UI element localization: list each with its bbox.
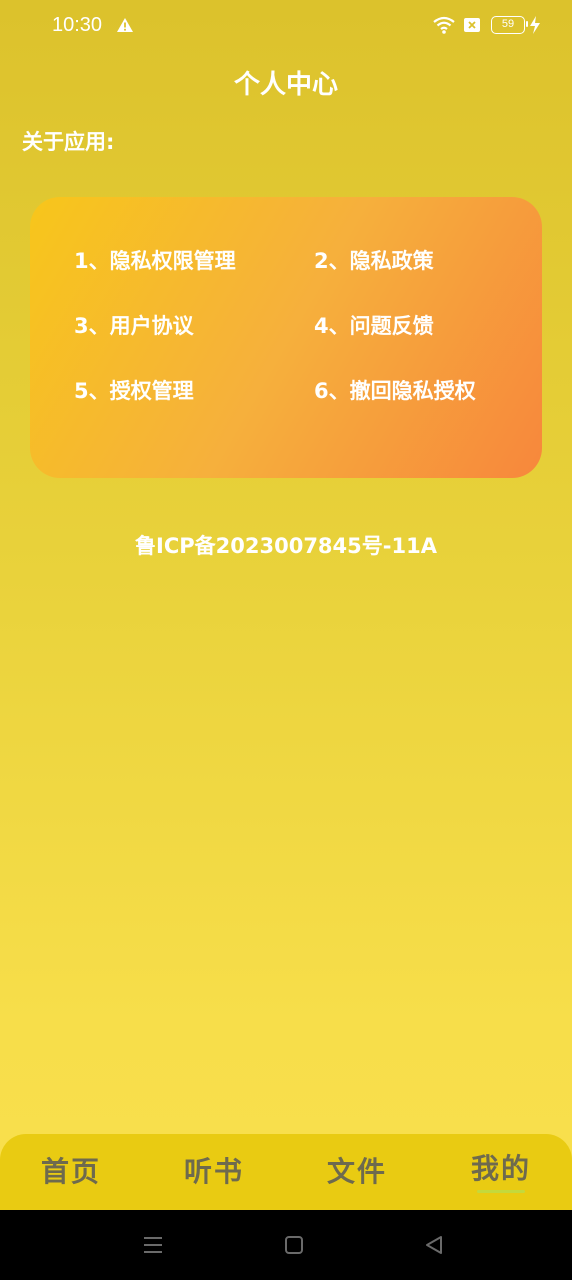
menu-item-revoke-privacy-authorization[interactable]: 6、撤回隐私授权 <box>314 375 476 405</box>
system-nav-bar <box>0 1210 572 1280</box>
tab-mine[interactable]: 我的 <box>451 1147 551 1187</box>
menu-card: 1、隐私权限管理 2、隐私政策 3、用户协议 4、问题反馈 5、授权管理 6、撤… <box>30 197 542 478</box>
back-icon[interactable] <box>423 1234 445 1256</box>
icp-license: 鲁ICP备2023007845号-11A <box>135 534 437 558</box>
menu-item-privacy-policy[interactable]: 2、隐私政策 <box>314 245 434 275</box>
tab-audiobooks[interactable]: 听书 <box>164 1150 264 1190</box>
active-tab-indicator <box>477 1190 525 1193</box>
status-time: 10:30 <box>52 14 103 36</box>
tab-files[interactable]: 文件 <box>307 1150 407 1190</box>
wifi-icon <box>433 16 455 34</box>
menu-item-user-agreement[interactable]: 3、用户协议 <box>74 310 194 340</box>
status-bar: 10:30 59 <box>0 0 572 52</box>
warning-icon <box>117 18 133 32</box>
charging-icon <box>530 16 540 34</box>
page-title: 个人中心 <box>233 70 338 100</box>
menu-item-feedback[interactable]: 4、问题反馈 <box>314 310 434 340</box>
battery-icon: 59 <box>491 16 528 34</box>
tab-home[interactable]: 首页 <box>21 1150 121 1190</box>
menu-item-authorization-management[interactable]: 5、授权管理 <box>74 375 194 405</box>
sim-icon <box>464 18 480 32</box>
menu-icon[interactable] <box>142 1234 164 1256</box>
bottom-tab-bar: 首页 听书 文件 我的 <box>0 1134 572 1210</box>
home-icon[interactable] <box>283 1234 305 1256</box>
menu-item-privacy-permissions[interactable]: 1、隐私权限管理 <box>74 245 236 275</box>
about-app-label: 关于应用: <box>22 130 115 154</box>
